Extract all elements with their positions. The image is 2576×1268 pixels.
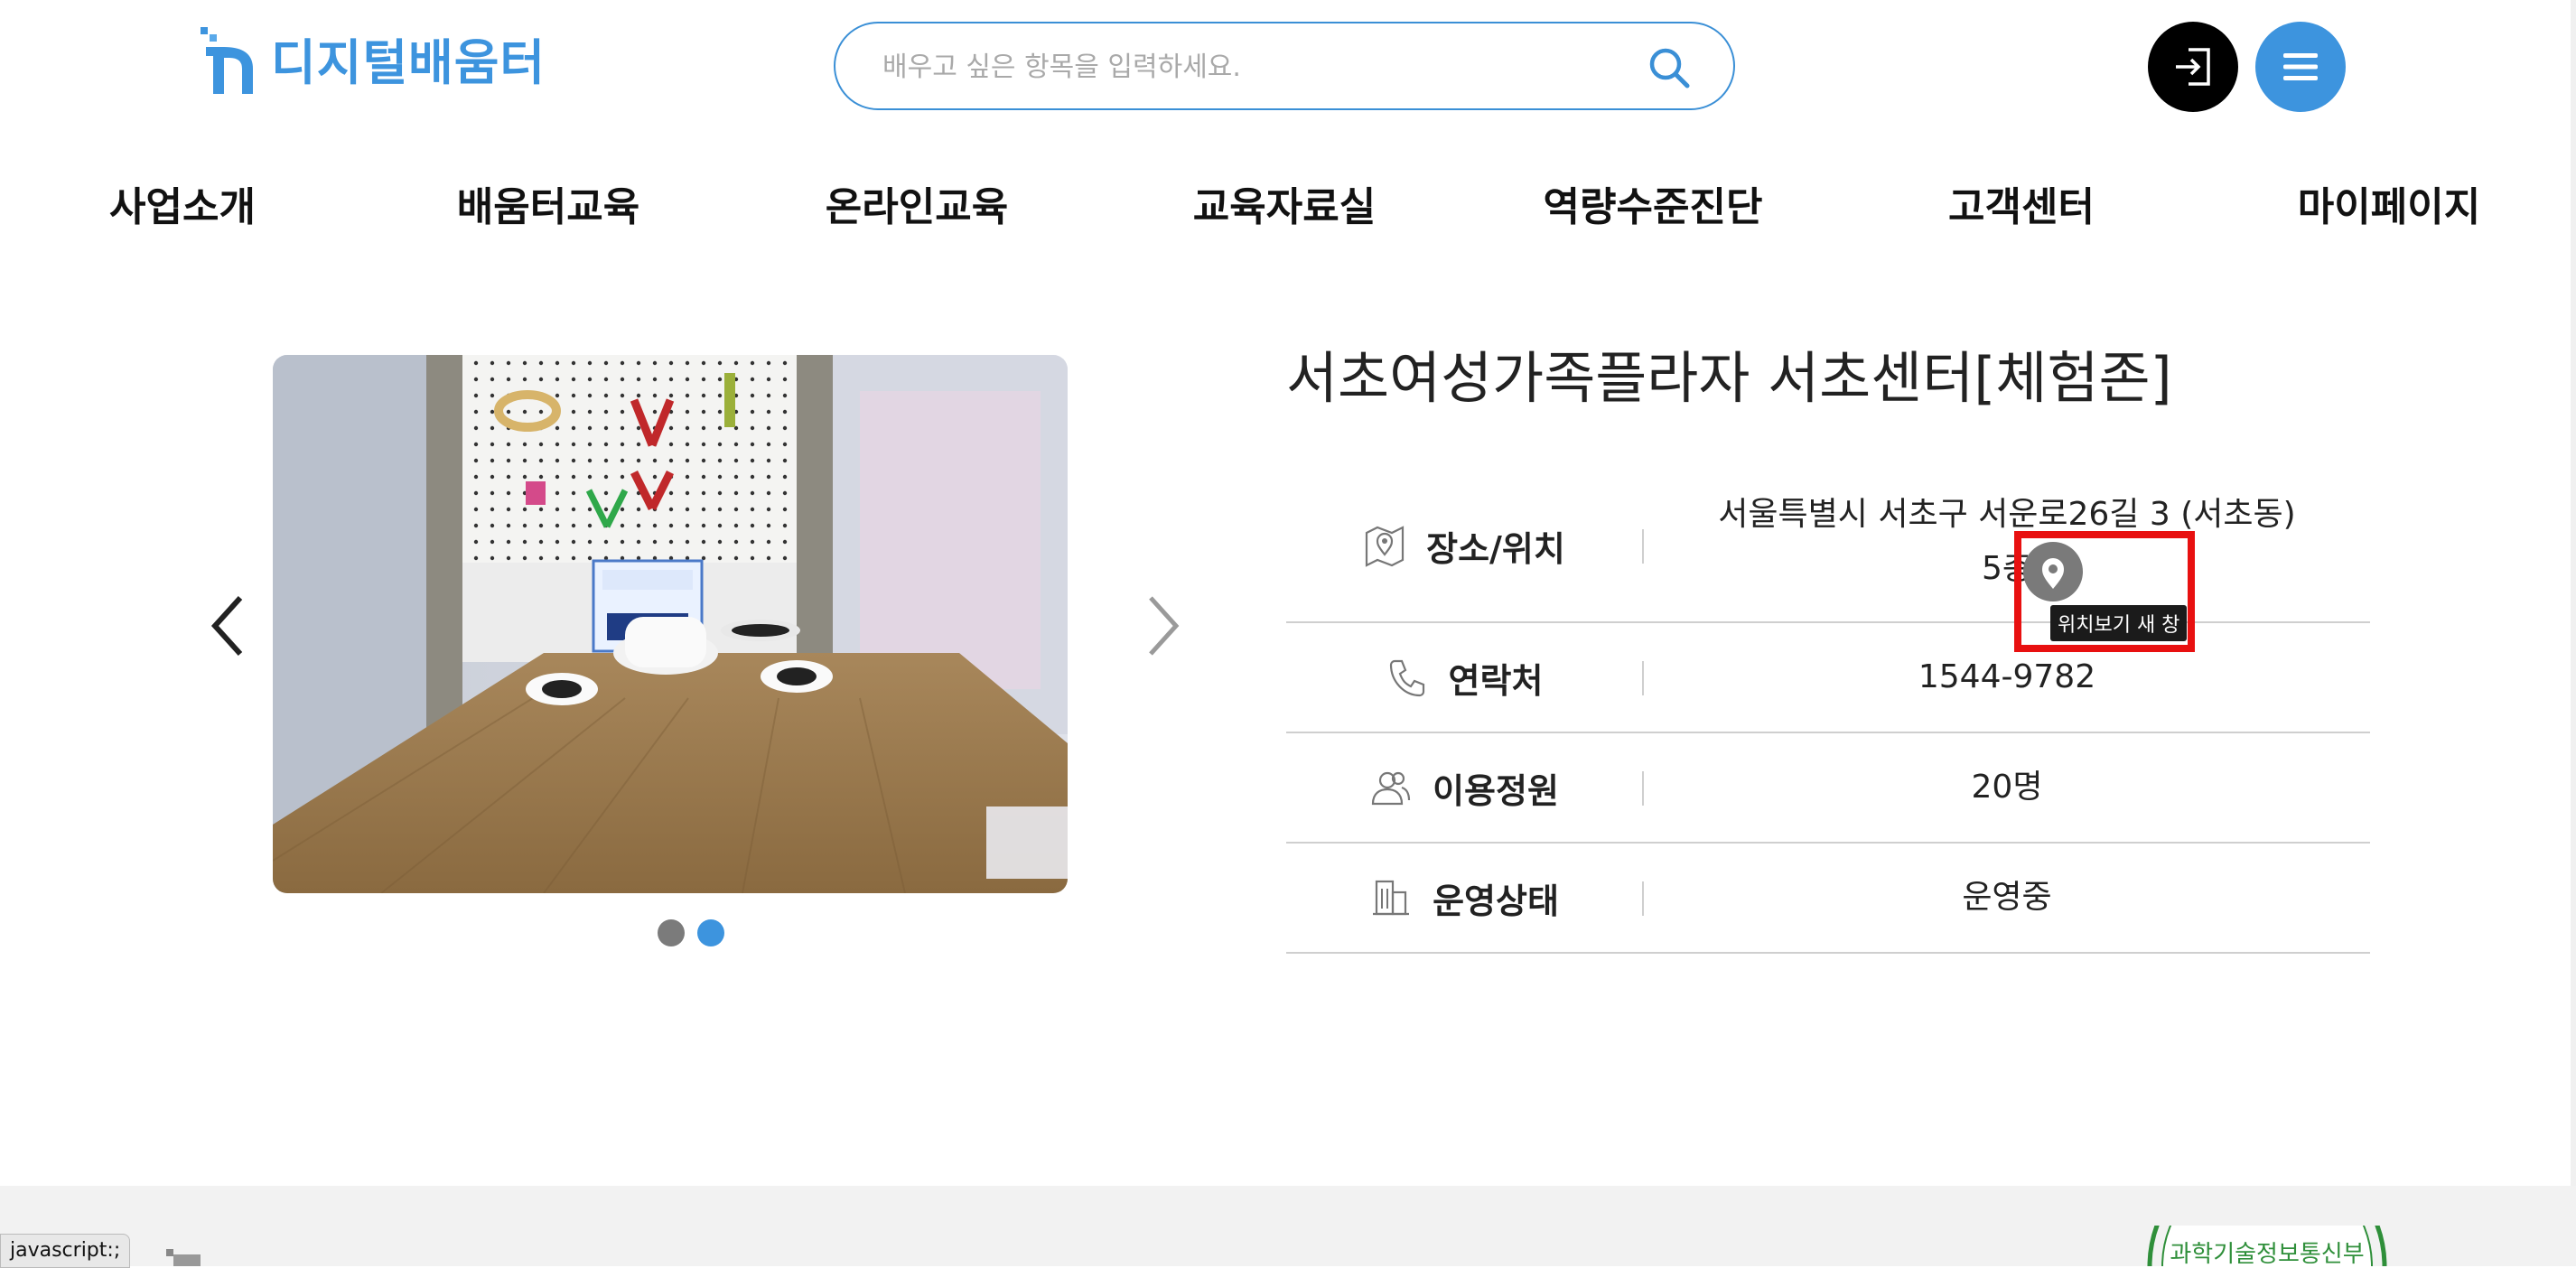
- info-row-capacity: 이용정원 20명: [1286, 733, 2370, 844]
- location-label: 장소/위치: [1426, 528, 1565, 569]
- users-icon: [1371, 771, 1411, 806]
- login-button[interactable]: [2148, 22, 2238, 112]
- nav-item-resources[interactable]: 교육자료실: [1193, 172, 1376, 244]
- facility-photo-slider: [273, 355, 1068, 893]
- nav-item-mypage[interactable]: 마이페이지: [2298, 172, 2480, 244]
- info-row-status: 운영상태 운영중: [1286, 844, 2370, 954]
- menu-button[interactable]: [2255, 22, 2346, 112]
- nav-item-customer-center[interactable]: 고객센터: [1948, 172, 2095, 244]
- hamburger-menu-icon: [2283, 53, 2318, 80]
- slider-next-button[interactable]: [1136, 592, 1190, 659]
- slider-dot-1[interactable]: [658, 919, 685, 946]
- contact-value: 1544-9782: [1918, 658, 2096, 695]
- facility-photo: [273, 355, 1068, 893]
- scrollbar[interactable]: [2571, 0, 2576, 1186]
- search-input[interactable]: [881, 23, 1607, 110]
- nav-item-business-intro[interactable]: 사업소개: [109, 172, 256, 244]
- slider-pagination: [658, 919, 724, 946]
- footer-logo-icon: [166, 1249, 201, 1266]
- ministry-seal: 과학기술정보통신부: [2147, 1226, 2387, 1266]
- main-nav: 사업소개 배움터교육 온라인교육 교육자료실 역량수준진단 고객센터 마이페이지: [0, 172, 2576, 244]
- chevron-right-icon: [1149, 596, 1180, 656]
- login-icon: [2176, 48, 2210, 86]
- slider-dot-2[interactable]: [697, 919, 724, 946]
- highlight-box: [2014, 531, 2195, 652]
- facility-info-table: 장소/위치 서울특별시 서초구 서운로26길 3 (서초동) 5층 위치보기 새…: [1286, 461, 2370, 954]
- facility-title: 서초여성가족플라자 서초센터[체험존]: [1286, 345, 2172, 411]
- capacity-value: 20명: [1971, 769, 2043, 806]
- status-value: 운영중: [1962, 879, 2052, 916]
- seal-text: 과학기술정보통신부: [2170, 1241, 2364, 1266]
- nav-item-learning-center[interactable]: 배움터교육: [457, 172, 639, 244]
- footer: 과학기술정보통신부: [0, 1186, 2576, 1266]
- address-line: 서울특별시 서초구 서운로26길 3 (서초동): [1718, 496, 2296, 533]
- contact-label: 연락처: [1448, 660, 1544, 701]
- info-row-contact: 연락처 1544-9782: [1286, 623, 2370, 733]
- browser-status-bar: javascript:;: [0, 1234, 131, 1268]
- slider-prev-button[interactable]: [201, 592, 255, 659]
- building-icon: [1373, 880, 1410, 916]
- map-location-icon: [1366, 526, 1405, 567]
- capacity-label: 이용정원: [1433, 770, 1559, 811]
- search-box: [834, 22, 1735, 110]
- nav-item-competency-test[interactable]: 역량수준진단: [1544, 172, 1763, 244]
- location-value: 서울특별시 서초구 서운로26길 3 (서초동) 5층: [1644, 488, 2370, 596]
- search-icon[interactable]: [1648, 47, 1690, 89]
- phone-icon: [1389, 659, 1424, 697]
- logo-mark-icon: [197, 22, 258, 94]
- nav-item-online-education[interactable]: 온라인교육: [826, 172, 1008, 244]
- site-logo[interactable]: 디지털배움터: [197, 22, 546, 94]
- chevron-left-icon: [210, 595, 243, 657]
- info-row-location: 장소/위치 서울특별시 서초구 서운로26길 3 (서초동) 5층 위치보기 새…: [1286, 461, 2370, 641]
- status-label: 운영상태: [1433, 881, 1559, 921]
- brand-name: 디지털배움터: [271, 33, 546, 91]
